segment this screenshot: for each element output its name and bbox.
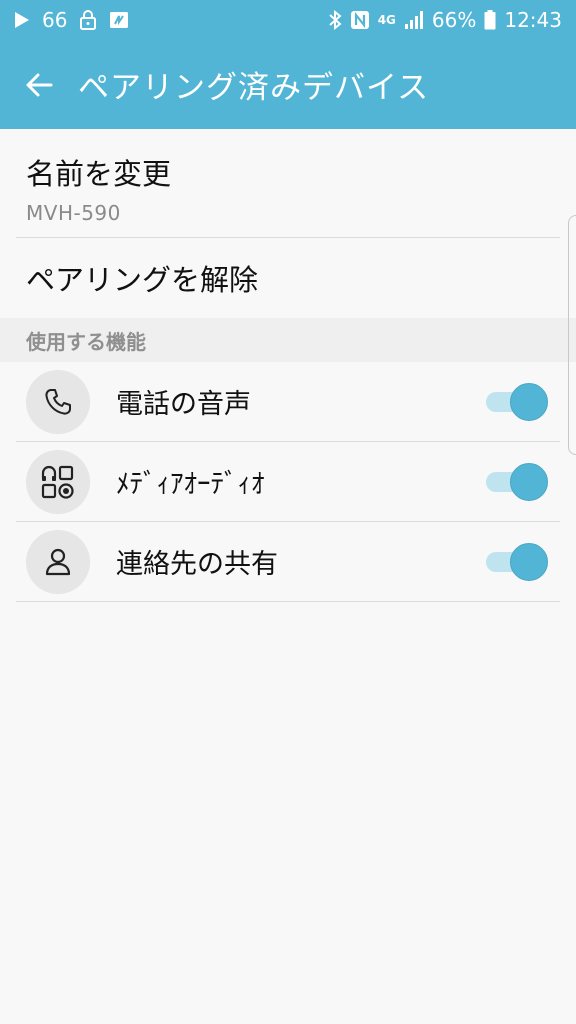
signal-icon — [404, 10, 424, 30]
lock-icon — [79, 10, 97, 30]
device-name: MVH-590 — [26, 201, 121, 225]
status-bar-left: 66 — [14, 8, 129, 32]
page-title: ペアリング済みデバイス — [78, 70, 430, 106]
media-icon — [109, 10, 129, 30]
app-bar: ペアリング済みデバイス — [0, 40, 576, 129]
settings-content: 名前を変更 MVH-590 ペアリングを解除 使用する機能 電話の音声 ﾒﾃﾞｨ… — [0, 129, 576, 602]
battery-percent: 66% — [431, 8, 477, 32]
battery-icon — [484, 10, 496, 30]
notification-count: 66 — [42, 8, 68, 32]
feature-label: 電話の音声 — [116, 389, 251, 420]
feature-row-contact-sharing[interactable]: 連絡先の共有 — [0, 522, 576, 601]
feature-label: ﾒﾃﾞｨｱｵｰﾃﾞｨｵ — [116, 469, 265, 500]
rename-title: 名前を変更 — [26, 157, 172, 191]
person-icon — [42, 546, 74, 578]
nfc-icon — [350, 10, 370, 30]
phone-icon — [42, 386, 74, 418]
toggle-thumb — [510, 542, 548, 581]
media-audio-icon — [40, 464, 76, 500]
status-bar-right: 4G 66% 12:43 — [328, 8, 562, 32]
status-bar: 66 4G 66% 12:43 — [0, 0, 576, 40]
back-button[interactable] — [0, 40, 78, 129]
status-time: 12:43 — [504, 8, 562, 32]
rename-row[interactable]: 名前を変更 MVH-590 — [0, 129, 576, 237]
unpair-title: ペアリングを解除 — [26, 263, 259, 297]
toggle-thumb — [510, 382, 548, 421]
toggle-media-audio[interactable] — [486, 462, 548, 502]
arrow-back-icon — [25, 72, 53, 98]
features-section-header: 使用する機能 — [0, 318, 576, 362]
media-audio-icon-circle — [26, 449, 90, 514]
play-icon — [14, 11, 30, 29]
toggle-thumb — [510, 462, 548, 501]
toggle-contact-sharing[interactable] — [486, 542, 548, 582]
feature-label: 連絡先の共有 — [116, 549, 278, 580]
person-icon-circle — [26, 529, 90, 594]
toggle-phone-audio[interactable] — [486, 382, 548, 422]
phone-icon-circle — [26, 369, 90, 434]
feature-row-media-audio[interactable]: ﾒﾃﾞｨｱｵｰﾃﾞｨｵ — [0, 442, 576, 521]
network-type: 4G — [377, 13, 396, 27]
divider — [16, 601, 560, 602]
feature-row-phone-audio[interactable]: 電話の音声 — [0, 362, 576, 441]
bluetooth-icon — [328, 10, 342, 30]
edge-panel-handle[interactable] — [568, 215, 576, 455]
unpair-row[interactable]: ペアリングを解除 — [0, 238, 576, 318]
